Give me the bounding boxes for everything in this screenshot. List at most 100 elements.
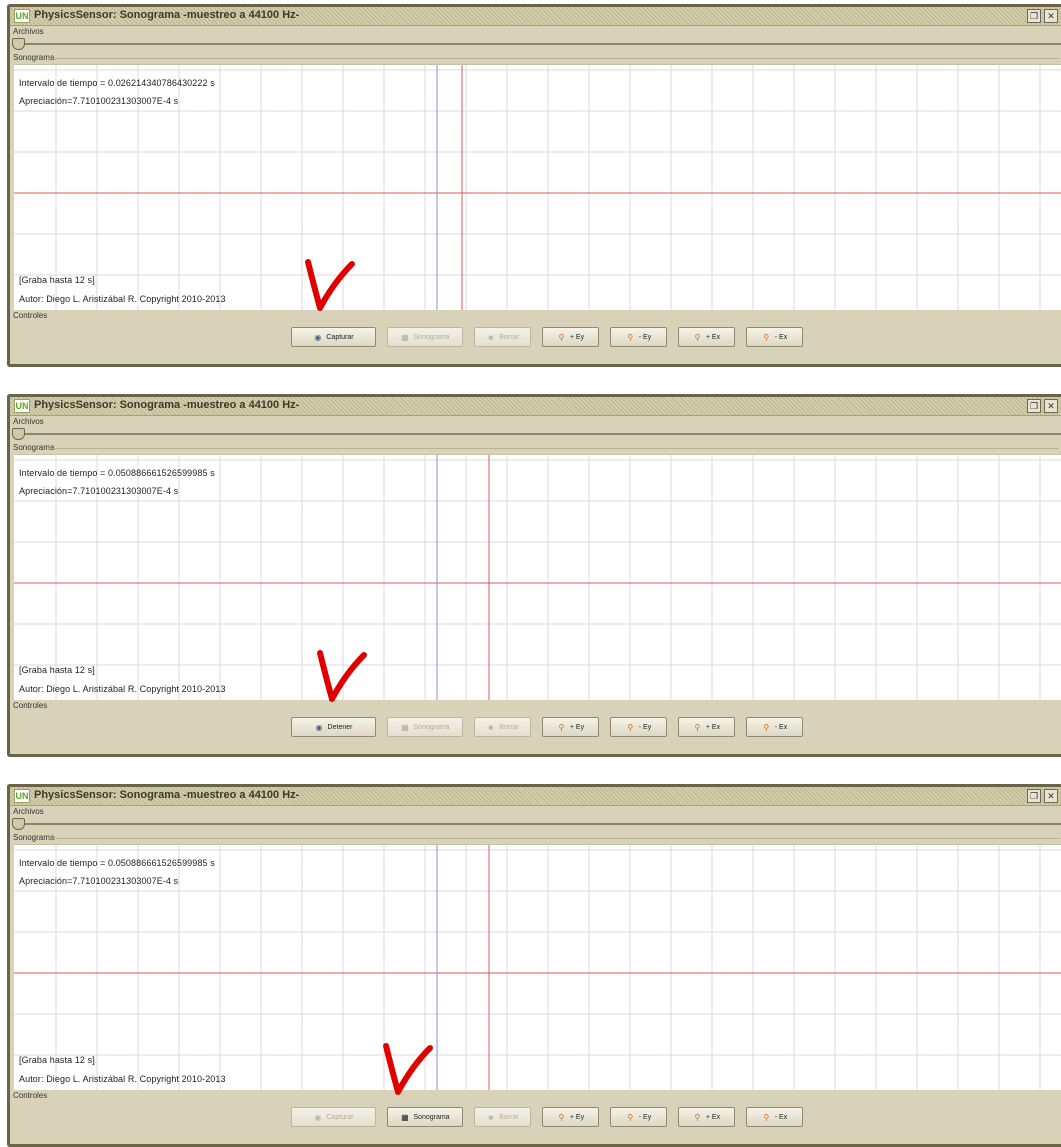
borrar-button[interactable]: ■ Borrar xyxy=(474,327,531,347)
slider-thumb[interactable] xyxy=(12,428,25,440)
app-window: UN PhysicsSensor: Sonograma -muestreo a 4… xyxy=(7,784,1061,1147)
sonogram-plot[interactable]: Intervalo de tiempo = 0.0262143407864302… xyxy=(14,64,1061,310)
time-interval-readout: Intervalo de tiempo = 0.0508866615265999… xyxy=(19,858,215,868)
panel-divider xyxy=(48,448,1059,449)
sonograma-button[interactable]: ▦ Sonograma xyxy=(387,1107,463,1127)
slider-thumb[interactable] xyxy=(12,818,25,830)
close-icon[interactable]: ✕ xyxy=(1044,399,1058,413)
ex-label: - Ex xyxy=(774,723,788,731)
slider-track xyxy=(12,823,1061,825)
record-limit-note: [Graba hasta 12 s] xyxy=(19,665,95,675)
ex-button[interactable]: ⚲ - Ex xyxy=(746,717,803,737)
ey-button[interactable]: ⚲ - Ey xyxy=(610,327,667,347)
control-buttons: ◉ Capturar ▦ Sonograma ■ Borrar ⚲ + Ey ⚲ - Ey ⚲ + E… xyxy=(291,327,803,349)
restore-icon[interactable]: ❐ xyxy=(1027,399,1041,413)
capturar-button[interactable]: ◉ Capturar xyxy=(291,1107,376,1127)
sonograma-button[interactable]: ▦ Sonograma xyxy=(387,327,463,347)
sonograma-label: Sonograma xyxy=(413,723,450,731)
ex-button[interactable]: ⚲ - Ex xyxy=(746,327,803,347)
capturar-label: Capturar xyxy=(326,1113,354,1121)
red-annotation-arrow-icon xyxy=(383,1043,433,1095)
window-controls: ❐ ✕ xyxy=(1027,399,1058,413)
controls-label: Controles xyxy=(13,311,48,320)
ey-button[interactable]: ⚲ - Ey xyxy=(610,1107,667,1127)
controls-label: Controles xyxy=(13,701,48,710)
control-buttons: ◉ Detener ▦ Sonograma ■ Borrar ⚲ + Ey ⚲ - Ey ⚲ + Ex… xyxy=(291,717,803,739)
capturar-button[interactable]: ◉ Capturar xyxy=(291,327,376,347)
zoom-in-icon: ⚲ xyxy=(558,1112,565,1122)
ey-label: + Ey xyxy=(569,333,585,341)
controls-label: Controles xyxy=(13,1091,48,1100)
menu-archivos[interactable]: Archivos xyxy=(10,806,1061,818)
sonograma-button[interactable]: ▦ Sonograma xyxy=(387,717,463,737)
restore-icon[interactable]: ❐ xyxy=(1027,789,1041,803)
window-title: PhysicsSensor: Sonograma -muestreo a 441… xyxy=(34,789,300,801)
sonogram-plot[interactable]: Intervalo de tiempo = 0.0508866615265999… xyxy=(14,454,1061,700)
app-logo-icon: UN xyxy=(14,399,30,413)
window-title: PhysicsSensor: Sonograma -muestreo a 441… xyxy=(34,9,300,21)
record-limit-note: [Graba hasta 12 s] xyxy=(19,1055,95,1065)
sonogram-icon: ▦ xyxy=(401,332,409,342)
slider-track xyxy=(12,43,1061,45)
zoom-out-icon: ⚲ xyxy=(627,722,634,732)
zoom-out-icon: ⚲ xyxy=(627,1112,634,1122)
close-icon[interactable]: ✕ xyxy=(1044,789,1058,803)
ex-button[interactable]: ⚲ + Ex xyxy=(678,327,735,347)
borrar-button[interactable]: ■ Borrar xyxy=(474,717,531,737)
zoom-in-icon: ⚲ xyxy=(558,722,565,732)
control-buttons: ◉ Capturar ▦ Sonograma ■ Borrar ⚲ + Ey ⚲ - Ey ⚲ + E… xyxy=(291,1107,803,1129)
ey-button[interactable]: ⚲ + Ey xyxy=(542,717,599,737)
author-credit: Autor: Diego L. Aristizábal R. Copyright… xyxy=(19,1074,226,1084)
ex-label: - Ex xyxy=(774,333,788,341)
ey-label: + Ey xyxy=(569,723,585,731)
detener-button[interactable]: ◉ Detener xyxy=(291,717,376,737)
time-slider[interactable] xyxy=(10,818,1061,830)
ey-button[interactable]: ⚲ + Ey xyxy=(542,327,599,347)
ex-label: + Ex xyxy=(705,333,721,341)
time-slider[interactable] xyxy=(10,428,1061,440)
app-logo-icon: UN xyxy=(14,9,30,23)
ex-label: + Ex xyxy=(705,723,721,731)
ex-button[interactable]: ⚲ - Ex xyxy=(746,1107,803,1127)
title-bar[interactable]: UN PhysicsSensor: Sonograma -muestreo a 4… xyxy=(10,397,1061,416)
appreciation-readout: Apreciación=7.710100231303007E-4 s xyxy=(19,876,179,886)
ey-label: - Ey xyxy=(638,333,652,341)
erase-icon: ■ xyxy=(488,722,494,732)
ex-label: - Ex xyxy=(774,1113,788,1121)
zoom-in-icon: ⚲ xyxy=(694,1112,701,1122)
title-bar[interactable]: UN PhysicsSensor: Sonograma -muestreo a 4… xyxy=(10,7,1061,26)
ey-button[interactable]: ⚲ + Ey xyxy=(542,1107,599,1127)
ey-button[interactable]: ⚲ - Ey xyxy=(610,717,667,737)
restore-icon[interactable]: ❐ xyxy=(1027,9,1041,23)
ex-button[interactable]: ⚲ + Ex xyxy=(678,717,735,737)
record-icon: ◉ xyxy=(314,332,322,342)
erase-icon: ■ xyxy=(488,1112,494,1122)
detener-label: Detener xyxy=(327,723,353,731)
borrar-label: Borrar xyxy=(499,723,519,731)
sonogram-plot[interactable]: Intervalo de tiempo = 0.0508866615265999… xyxy=(14,844,1061,1090)
ey-label: - Ey xyxy=(638,723,652,731)
slider-thumb[interactable] xyxy=(12,38,25,50)
zoom-in-icon: ⚲ xyxy=(694,332,701,342)
zoom-out-icon: ⚲ xyxy=(627,332,634,342)
time-interval-readout: Intervalo de tiempo = 0.0262143407864302… xyxy=(19,78,215,88)
borrar-label: Borrar xyxy=(499,1113,519,1121)
menu-archivos[interactable]: Archivos xyxy=(10,416,1061,428)
window-title: PhysicsSensor: Sonograma -muestreo a 441… xyxy=(34,399,300,411)
ex-label: + Ex xyxy=(705,1113,721,1121)
menu-archivos[interactable]: Archivos xyxy=(10,26,1061,38)
time-interval-readout: Intervalo de tiempo = 0.0508866615265999… xyxy=(19,468,215,478)
app-window: UN PhysicsSensor: Sonograma -muestreo a 4… xyxy=(7,4,1061,367)
zoom-in-icon: ⚲ xyxy=(694,722,701,732)
borrar-label: Borrar xyxy=(499,333,519,341)
sonogram-icon: ▦ xyxy=(401,722,409,732)
zoom-in-icon: ⚲ xyxy=(558,332,565,342)
slider-track xyxy=(12,433,1061,435)
zoom-out-icon: ⚲ xyxy=(763,722,770,732)
title-bar[interactable]: UN PhysicsSensor: Sonograma -muestreo a 4… xyxy=(10,787,1061,806)
borrar-button[interactable]: ■ Borrar xyxy=(474,1107,531,1127)
time-slider[interactable] xyxy=(10,38,1061,50)
capturar-label: Capturar xyxy=(326,333,354,341)
close-icon[interactable]: ✕ xyxy=(1044,9,1058,23)
ex-button[interactable]: ⚲ + Ex xyxy=(678,1107,735,1127)
